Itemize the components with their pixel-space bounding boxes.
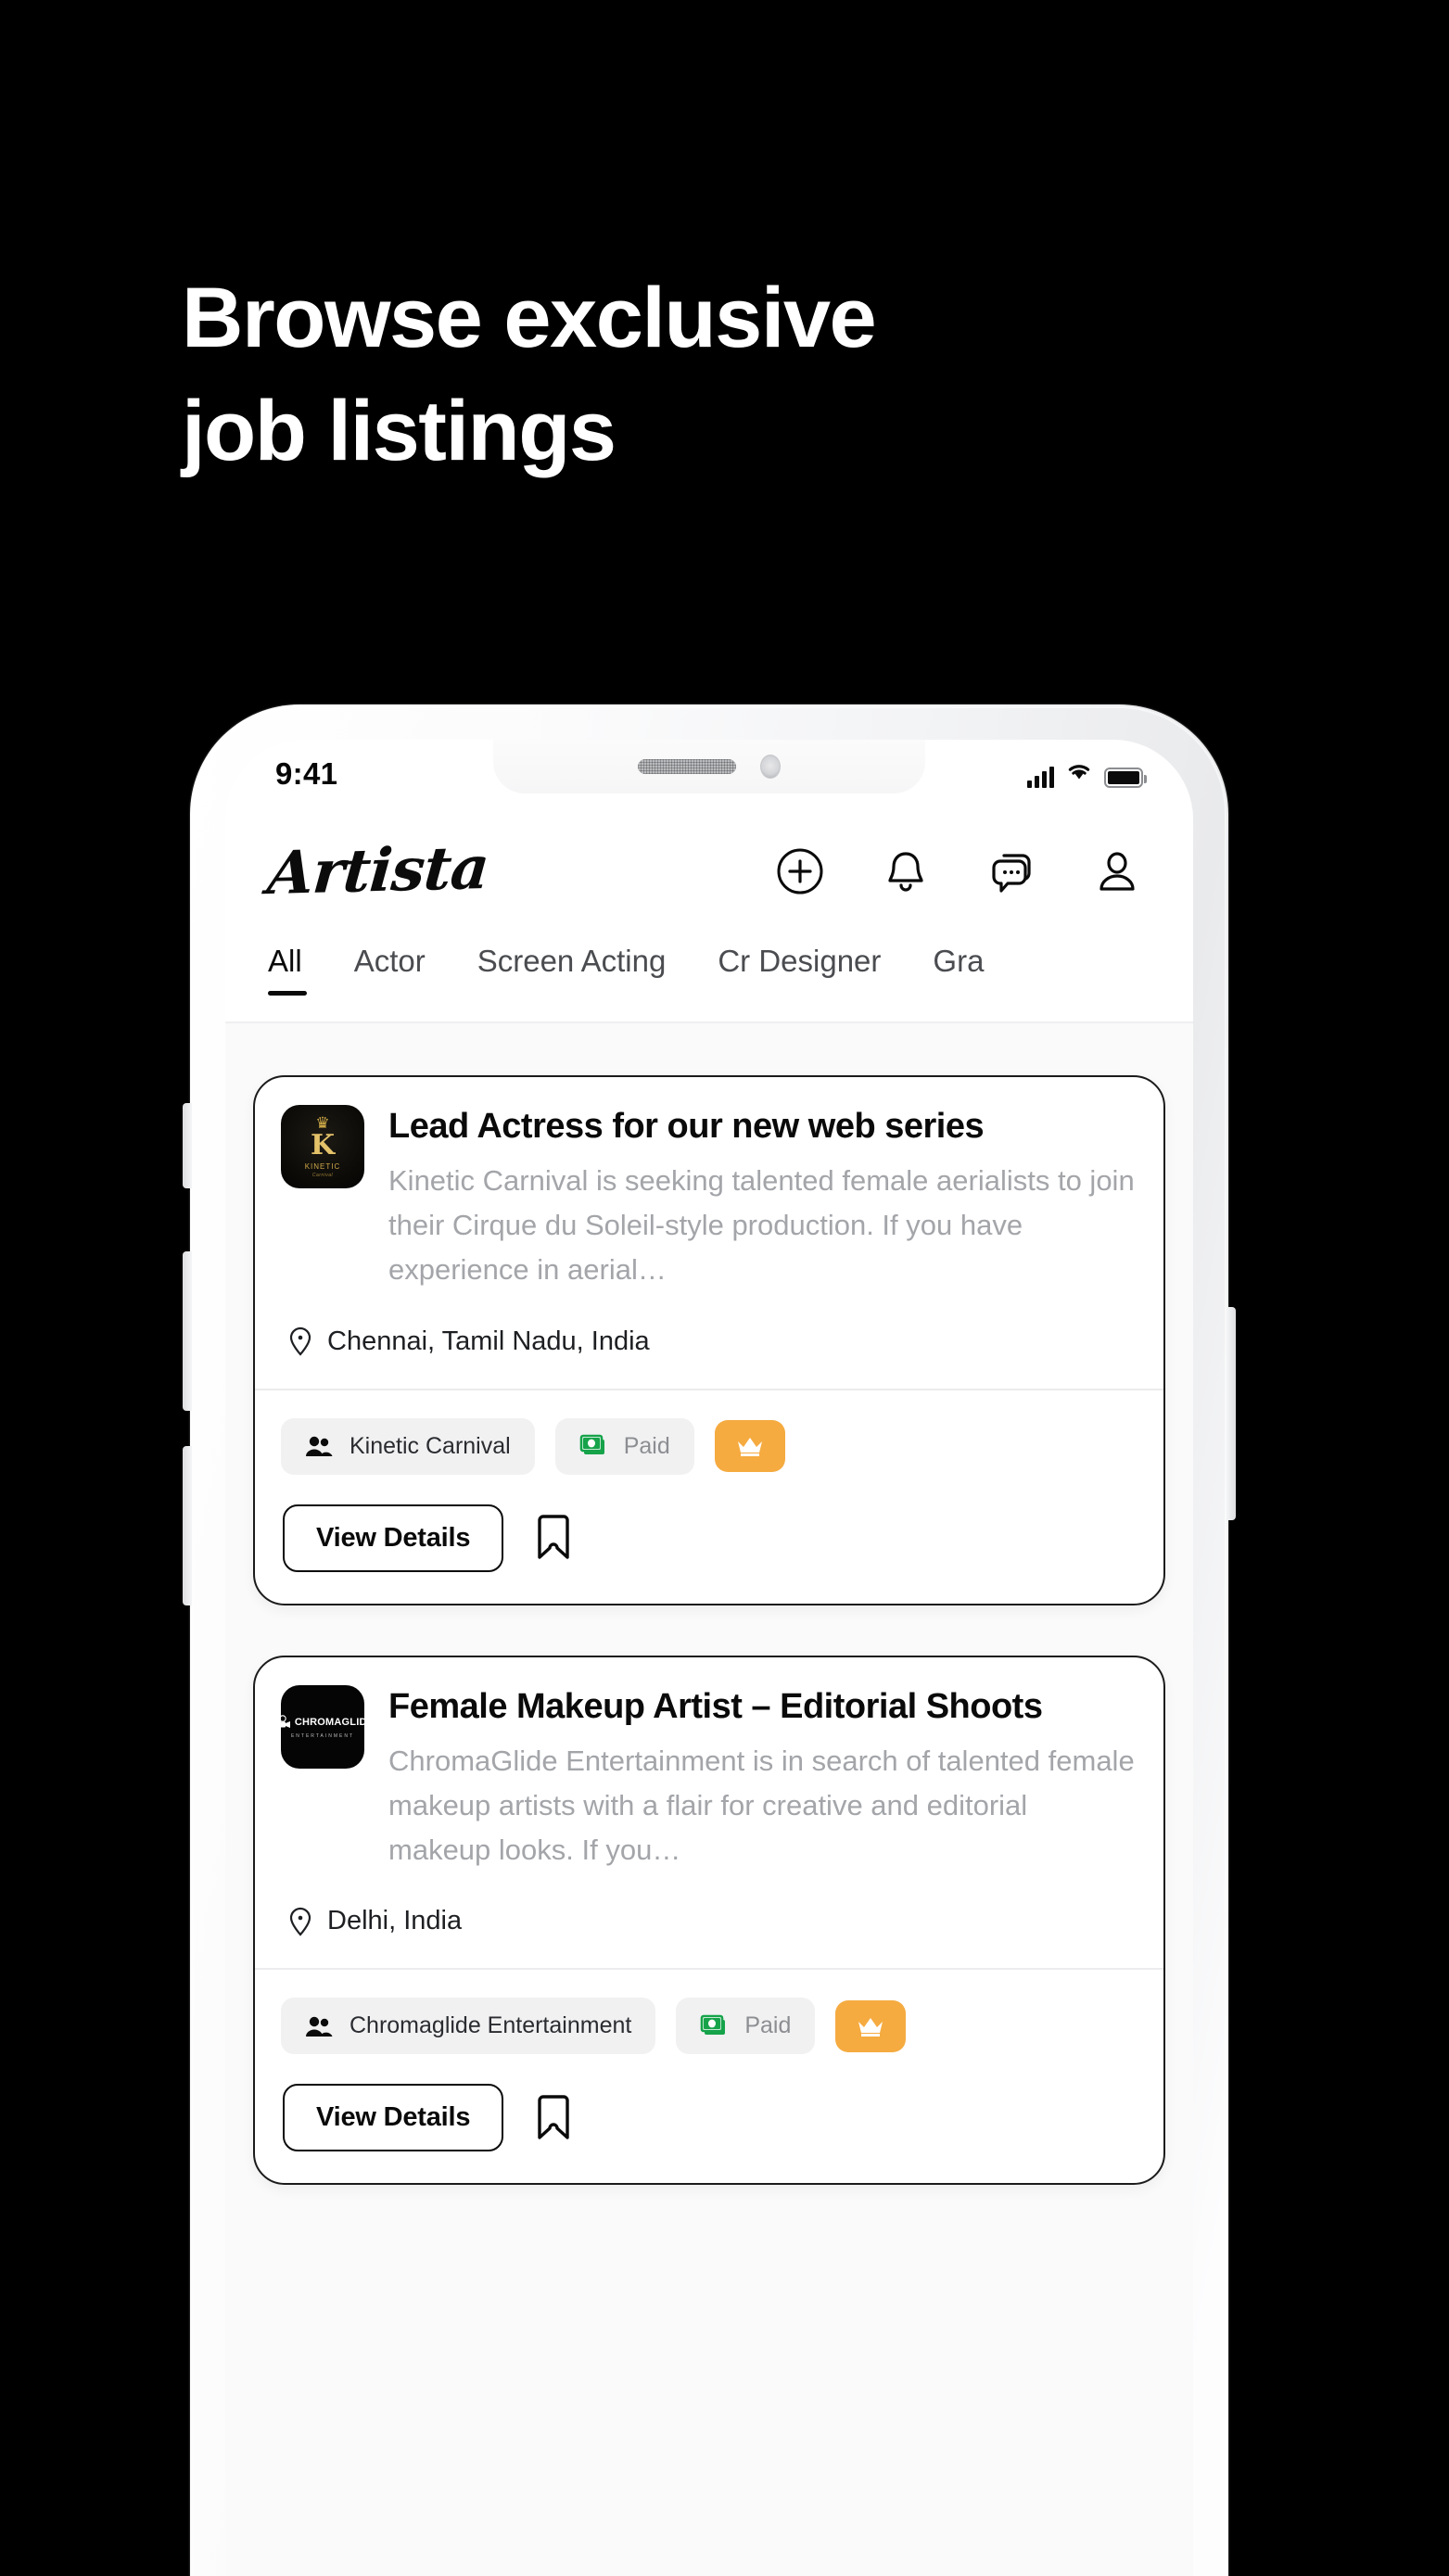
hero-headline-line-2: job listings: [182, 384, 616, 479]
earpiece-speaker-icon: [638, 759, 736, 774]
job-location-text: Delhi, India: [327, 1906, 463, 1935]
job-chip-row: Kinetic Carnival Paid: [281, 1417, 1138, 1475]
job-card-bottom: Chromaglide Entertainment Paid View Deta…: [255, 1970, 1163, 2183]
job-action-row: View Details: [281, 1504, 1138, 1572]
job-title: Female Makeup Artist – Editorial Shoots: [388, 1686, 1043, 1726]
tab-all[interactable]: All: [268, 944, 307, 996]
money-icon: [579, 1434, 607, 1458]
job-location: Chennai, Tamil Nadu, India: [281, 1293, 1138, 1363]
bell-icon[interactable]: [882, 847, 930, 895]
status-bar-time: 9:41: [275, 756, 338, 791]
front-camera-icon: [760, 755, 781, 779]
header-icon-group: [776, 847, 1150, 895]
category-tab-bar[interactable]: All Actor Screen Acting Cr Designer Gra: [225, 934, 1193, 1023]
app-header: Artista: [225, 808, 1193, 934]
job-title: Lead Actress for our new web series: [388, 1107, 985, 1146]
location-pin-icon: [288, 1907, 312, 1936]
job-feed[interactable]: ♛ K KINETIC Carnival Lead Actress for ou…: [225, 1023, 1193, 2576]
power-button[interactable]: [1227, 1307, 1236, 1520]
view-details-button[interactable]: View Details: [283, 1504, 504, 1572]
job-card[interactable]: ♛ K KINETIC Carnival Lead Actress for ou…: [253, 1075, 1165, 1605]
chip-paid[interactable]: Paid: [676, 1998, 816, 2054]
chip-company-label: Kinetic Carnival: [350, 1432, 511, 1459]
chip-paid-label: Paid: [744, 2012, 792, 2038]
people-icon: [305, 1434, 333, 1458]
job-card-bottom: Kinetic Carnival Paid View Details: [255, 1390, 1163, 1604]
job-card-top: CHROMAGLIDE ENTERTAINMENT Female Makeup …: [255, 1657, 1163, 1969]
job-location-text: Chennai, Tamil Nadu, India: [327, 1326, 650, 1356]
job-action-row: View Details: [281, 2084, 1138, 2151]
crown-icon: [735, 1435, 765, 1457]
job-description: ChromaGlide Entertainment is in search o…: [388, 1744, 1135, 1866]
tab-screen-acting[interactable]: Screen Acting: [477, 944, 667, 996]
job-card-top: ♛ K KINETIC Carnival Lead Actress for ou…: [255, 1077, 1163, 1389]
logo-sub-text: ENTERTAINMENT: [290, 1732, 355, 1739]
phone-screen: 9:41 Artista All Actor Screen Acting Cr …: [225, 740, 1193, 2576]
phone-mockup: 9:41 Artista All Actor Screen Acting Cr …: [183, 704, 1236, 2576]
job-description: Kinetic Carnival is seeking talented fem…: [388, 1164, 1135, 1287]
volume-up-button[interactable]: [183, 1251, 192, 1411]
job-chip-row: Chromaglide Entertainment Paid: [281, 1998, 1138, 2054]
chip-company[interactable]: Kinetic Carnival: [281, 1417, 535, 1475]
location-pin-icon: [288, 1326, 312, 1356]
bookmark-icon[interactable]: [535, 2094, 572, 2141]
tab-cr-designer[interactable]: Cr Designer: [718, 944, 881, 996]
job-card-head: ♛ K KINETIC Carnival Lead Actress for ou…: [281, 1105, 1138, 1293]
plus-circle-icon[interactable]: [776, 847, 824, 895]
people-icon: [305, 2014, 333, 2038]
cellular-signal-icon: [1027, 766, 1054, 788]
chip-paid[interactable]: Paid: [554, 1417, 694, 1475]
battery-full-icon: [1104, 767, 1147, 788]
volume-down-button[interactable]: [183, 1446, 192, 1605]
logo-monogram: K: [310, 1129, 336, 1161]
hero-headline: Browse exclusive job listings: [182, 261, 1201, 489]
wifi-icon: [1066, 761, 1092, 788]
chip-company-label: Chromaglide Entertainment: [350, 2012, 632, 2038]
money-icon: [700, 2014, 728, 2038]
job-card[interactable]: CHROMAGLIDE ENTERTAINMENT Female Makeup …: [253, 1655, 1165, 2185]
kinetic-carnival-logo: ♛ K KINETIC Carnival: [281, 1105, 364, 1188]
film-camera-icon: [281, 1714, 292, 1730]
bookmark-icon[interactable]: [535, 1515, 572, 1561]
chip-paid-label: Paid: [623, 1432, 670, 1459]
chromaglide-logo: CHROMAGLIDE ENTERTAINMENT: [281, 1684, 364, 1769]
phone-notch: [493, 740, 925, 793]
crown-icon: [856, 2015, 885, 2037]
job-card-head: CHROMAGLIDE ENTERTAINMENT Female Makeup …: [281, 1684, 1138, 1873]
logo-brand-text: KINETIC: [304, 1162, 341, 1171]
person-icon[interactable]: [1093, 847, 1141, 895]
logo-brand-text: CHROMAGLIDE: [294, 1716, 364, 1728]
tab-graphic[interactable]: Gra: [933, 944, 984, 996]
chat-bubble-icon[interactable]: [987, 847, 1036, 895]
silent-switch-button[interactable]: [183, 1103, 192, 1188]
app-logo[interactable]: Artista: [265, 833, 491, 908]
chip-premium[interactable]: [835, 1999, 907, 2052]
logo-tagline-text: Carnival: [311, 1173, 334, 1178]
chip-premium[interactable]: [714, 1420, 785, 1472]
hero-headline-line-1: Browse exclusive: [182, 271, 877, 365]
chip-company[interactable]: Chromaglide Entertainment: [281, 1998, 656, 2054]
status-bar-indicators: [1027, 761, 1147, 788]
job-location: Delhi, India: [281, 1872, 1138, 1942]
tab-actor[interactable]: Actor: [354, 944, 426, 996]
view-details-button[interactable]: View Details: [283, 2084, 504, 2151]
